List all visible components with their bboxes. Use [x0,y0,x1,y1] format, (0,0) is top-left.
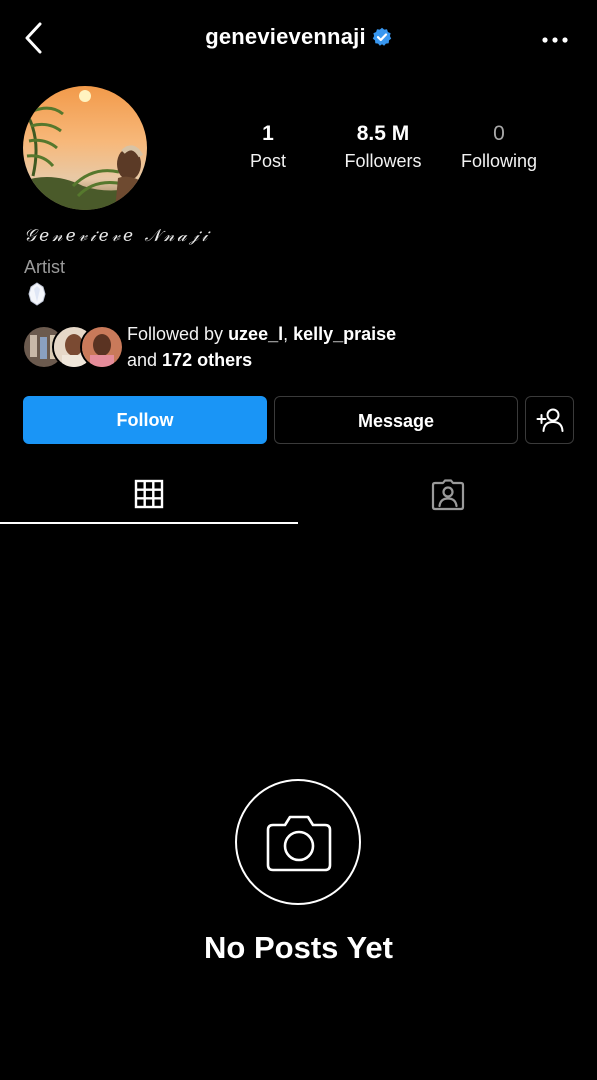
following-label: Following [460,151,538,171]
follower-username[interactable]: kelly_praise [293,324,396,344]
display-name: 𝒢𝑒𝓃𝑒𝓋𝒾𝑒𝓋𝑒 𝒩𝓃𝒶𝒿𝒾 [24,226,211,246]
following-count: 0 [493,122,505,145]
profile-category: Artist [24,257,66,277]
camera-icon [266,815,332,872]
tagged-person-icon [431,479,465,511]
more-horizontal-icon [542,37,568,43]
following-stat[interactable]: 0 Following [439,120,559,174]
tab-grid[interactable] [0,470,298,526]
suggest-users-button[interactable] [525,396,574,444]
followed-by-separator: , [283,324,294,344]
moonstone-icon [28,282,46,306]
posts-label: Post [249,151,287,171]
profile-header: genevievennaji [0,0,597,80]
profile-tabs [0,470,597,526]
message-button[interactable]: Message [274,396,518,444]
username-label: genevievennaji [205,24,366,49]
header-title: genevievennaji [0,24,597,53]
followers-label: Followers [344,151,422,171]
empty-state-title: No Posts Yet [204,930,393,965]
followed-by-text[interactable]: Followed by uzee_l, kelly_praise and 172… [127,321,567,373]
profile-avatar[interactable] [23,86,147,210]
follow-button[interactable]: Follow [23,396,267,444]
followers-count: 8.5 M [356,122,410,145]
tab-tagged[interactable] [298,470,596,526]
avatar [80,325,124,369]
followed-by-avatars[interactable] [22,325,124,369]
grid-icon [134,479,164,509]
posts-count: 1 [262,122,274,145]
follower-username[interactable]: uzee_l [228,324,283,344]
followed-by-prefix: Followed by [127,324,229,344]
active-tab-indicator [0,522,298,524]
verified-badge-icon [372,27,392,53]
posts-stat[interactable]: 1 Post [208,120,328,174]
followers-stat[interactable]: 8.5 M Followers [323,120,443,174]
person-add-icon [536,408,564,432]
profile-stats: 1 Post 8.5 M Followers 0 Following [220,120,560,180]
empty-state-camera [235,779,361,905]
followed-by-and: and [127,350,163,370]
followed-by-others[interactable]: 172 others [162,350,252,370]
more-options-button[interactable] [541,28,569,52]
